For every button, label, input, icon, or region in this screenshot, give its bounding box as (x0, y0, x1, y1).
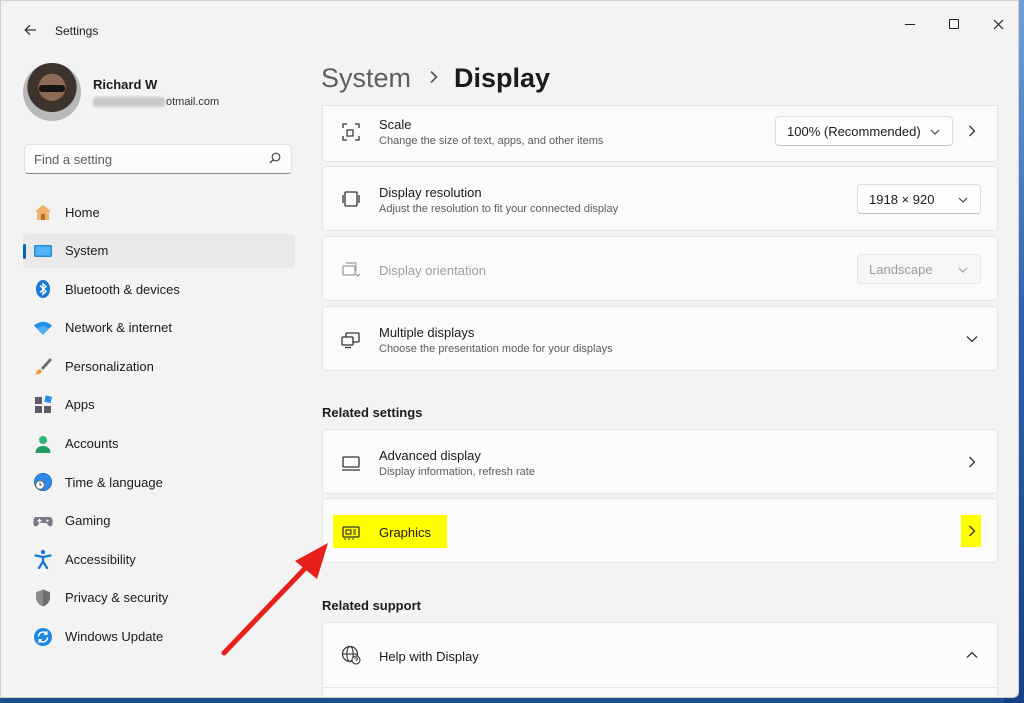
sidebar-item-personalization[interactable]: Personalization (23, 349, 295, 383)
advanced-display-title: Advanced display (379, 448, 481, 463)
scale-dropdown[interactable]: 100% (Recommended) (775, 116, 953, 146)
chevron-down-icon[interactable] (965, 332, 979, 346)
sidebar-item-label: Personalization (65, 358, 154, 374)
sidebar-item-label: Accounts (65, 436, 119, 452)
orientation-value: Landscape (869, 261, 933, 277)
help-with-display-card[interactable]: Help with Display (322, 622, 998, 697)
sidebar-item-network[interactable]: Network & internet (23, 311, 295, 345)
multiple-displays-desc: Choose the presentation mode for your di… (379, 343, 613, 355)
sidebar-item-accounts[interactable]: Accounts (23, 427, 295, 461)
scale-desc: Change the size of text, apps, and other… (379, 135, 604, 147)
apps-icon (33, 395, 53, 415)
annotation-arrow-icon (221, 543, 328, 656)
sidebar-item-bluetooth[interactable]: Bluetooth & devices (23, 272, 295, 306)
back-arrow-icon (23, 24, 36, 36)
person-icon (33, 434, 53, 454)
orientation-dropdown[interactable]: Landscape (857, 254, 981, 284)
breadcrumb: System Display (321, 63, 550, 94)
scale-icon (341, 122, 361, 142)
monitor-icon (341, 453, 361, 473)
chevron-down-icon (930, 129, 940, 135)
sidebar-item-label: Windows Update (65, 629, 164, 645)
resolution-desc: Adjust the resolution to fit your connec… (379, 203, 619, 215)
home-icon (33, 202, 53, 222)
accessibility-icon (33, 549, 53, 570)
graphics-card[interactable]: Graphics (322, 498, 998, 563)
user-email: otmail.com (93, 96, 219, 108)
close-icon (993, 19, 1003, 29)
shield-icon (33, 588, 53, 608)
email-redacted (93, 97, 165, 108)
minimize-icon (905, 23, 915, 25)
graphics-title: Graphics (379, 525, 432, 540)
search-box (24, 144, 292, 174)
sidebar-item-label: Accessibility (65, 551, 136, 567)
chevron-down-icon (958, 267, 968, 273)
sidebar-item-home[interactable]: Home (23, 195, 295, 229)
globe-help-icon (341, 645, 361, 665)
breadcrumb-chevron-icon (429, 67, 439, 90)
back-button[interactable] (19, 19, 41, 41)
app-title: Settings (55, 24, 99, 38)
globe-clock-icon (33, 472, 53, 492)
avatar[interactable] (23, 63, 81, 121)
resolution-dropdown[interactable]: 1918 × 920 (857, 184, 981, 214)
sidebar-item-label: Network & internet (65, 320, 172, 336)
maximize-button[interactable] (936, 13, 972, 35)
sidebar-item-label: Bluetooth & devices (65, 281, 180, 297)
scale-title: Scale (379, 117, 412, 132)
email-suffix: otmail.com (166, 96, 220, 108)
graphics-card-icon (341, 522, 361, 542)
avatar-sunglasses (39, 85, 65, 92)
system-icon (33, 241, 53, 261)
sidebar-item-label: Privacy & security (65, 590, 169, 606)
multiple-displays-title: Multiple displays (379, 325, 475, 340)
chevron-up-icon[interactable] (965, 648, 979, 662)
update-icon (33, 627, 53, 647)
multiple-displays-icon (341, 330, 361, 350)
chevron-down-icon (958, 197, 968, 203)
display-orientation-card: Display orientation Landscape (322, 236, 998, 301)
sidebar-item-time-language[interactable]: Time & language (23, 465, 295, 499)
orientation-icon (341, 260, 361, 280)
wifi-icon (33, 318, 53, 338)
chevron-right-icon (969, 456, 976, 468)
sidebar-item-apps[interactable]: Apps (23, 388, 295, 422)
search-icon[interactable] (269, 152, 281, 164)
display-resolution-card: Display resolution Adjust the resolution… (322, 166, 998, 231)
sidebar-item-label: Apps (65, 397, 95, 413)
multiple-displays-card[interactable]: Multiple displays Choose the presentatio… (322, 306, 998, 371)
card-divider (323, 687, 997, 688)
sidebar-item-label: System (65, 243, 109, 259)
gamepad-icon (33, 511, 53, 531)
settings-window: Settings Richard W otmail.com Home Syste… (0, 0, 1019, 698)
sidebar-item-label: Home (65, 204, 100, 220)
minimize-button[interactable] (892, 13, 928, 35)
close-button[interactable] (980, 13, 1016, 35)
title-bar: Settings (1, 1, 1018, 45)
sidebar-item-system[interactable]: System (23, 233, 295, 268)
chevron-right-icon (969, 525, 976, 537)
maximize-icon (949, 19, 959, 29)
chevron-right-icon (969, 125, 976, 137)
sidebar-item-label: Time & language (65, 474, 163, 490)
resolution-icon (341, 189, 361, 209)
sidebar-item-label: Gaming (65, 513, 111, 529)
resolution-title: Display resolution (379, 185, 482, 200)
resolution-value: 1918 × 920 (869, 191, 935, 207)
user-name: Richard W (93, 77, 158, 92)
scale-card[interactable]: Scale Change the size of text, apps, and… (322, 105, 998, 162)
advanced-display-card[interactable]: Advanced display Display information, re… (322, 429, 998, 494)
help-with-display-title: Help with Display (379, 649, 479, 664)
bluetooth-icon (33, 279, 53, 299)
brush-icon (33, 356, 53, 376)
page-title: Display (454, 63, 551, 93)
related-settings-heading: Related settings (322, 405, 423, 420)
orientation-title: Display orientation (379, 263, 486, 278)
search-input[interactable] (25, 145, 255, 173)
breadcrumb-system[interactable]: System (321, 63, 411, 94)
advanced-display-desc: Display information, refresh rate (379, 466, 535, 478)
scale-value: 100% (Recommended) (787, 123, 921, 139)
